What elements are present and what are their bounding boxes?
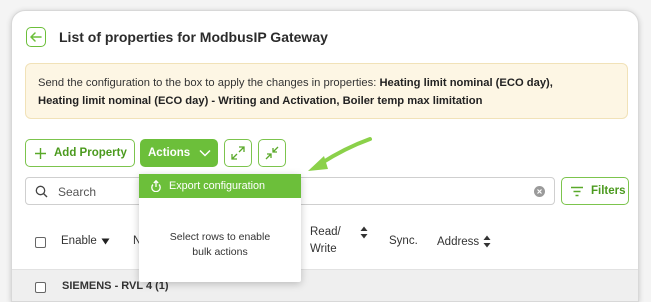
filters-label: Filters [591, 185, 626, 197]
bulk-actions-hint: Select rows to enable bulk actions [139, 230, 301, 260]
caret-down-icon [101, 238, 110, 244]
page-title: List of properties for ModbusIP Gateway [59, 29, 328, 45]
export-icon [151, 180, 161, 192]
select-all-checkbox[interactable] [35, 237, 46, 248]
add-property-button[interactable]: Add Property [25, 139, 135, 167]
column-address[interactable]: Address [437, 235, 491, 248]
actions-label: Actions [148, 147, 191, 159]
row-checkbox[interactable] [35, 282, 46, 293]
add-property-label: Add Property [54, 147, 127, 159]
search-icon [35, 185, 48, 198]
arrow-left-icon [30, 32, 42, 42]
export-configuration-item[interactable]: Export configuration [139, 174, 301, 198]
notice-bold-line1: Heating limit nominal (ECO day), [379, 77, 553, 89]
sort-icon[interactable] [360, 226, 368, 239]
filters-button[interactable]: Filters [561, 177, 629, 205]
column-read-write-label-1: Read/ [310, 226, 341, 238]
sort-icon [483, 235, 491, 248]
back-button[interactable] [26, 27, 46, 47]
column-read-write-label-2: Write [310, 243, 337, 255]
expand-all-button[interactable] [224, 139, 252, 167]
notice-text: Send the configuration to the box to app… [38, 77, 380, 89]
table-group-row[interactable]: SIEMENS - RVL 4 (1) [12, 269, 638, 301]
expand-icon [231, 146, 245, 160]
column-enable[interactable]: Enable [61, 235, 110, 247]
column-enable-label: Enable [61, 235, 97, 247]
actions-dropdown: Export configuration Select rows to enab… [139, 174, 301, 282]
export-configuration-label: Export configuration [169, 180, 266, 192]
notice-bold-line2: Heating limit nominal (ECO day) - Writin… [38, 95, 483, 107]
clear-icon[interactable] [534, 186, 545, 197]
collapse-icon [265, 146, 279, 160]
column-read-write[interactable]: Read/ Write [310, 224, 341, 258]
actions-button[interactable]: Actions [140, 139, 218, 167]
column-address-label: Address [437, 235, 480, 248]
plus-icon [35, 147, 46, 159]
table-header: Enable N Read/ Write Sync. Address [12, 216, 638, 268]
bulk-actions-hint-text: Select rows to enable bulk actions [169, 231, 271, 258]
column-sync-label: Sync. [389, 235, 418, 247]
column-sync[interactable]: Sync. [389, 235, 418, 247]
config-notice: Send the configuration to the box to app… [25, 63, 628, 119]
collapse-all-button[interactable] [258, 139, 286, 167]
chevron-down-icon [199, 149, 211, 157]
annotation-arrow [308, 137, 372, 171]
filter-icon [571, 186, 583, 196]
